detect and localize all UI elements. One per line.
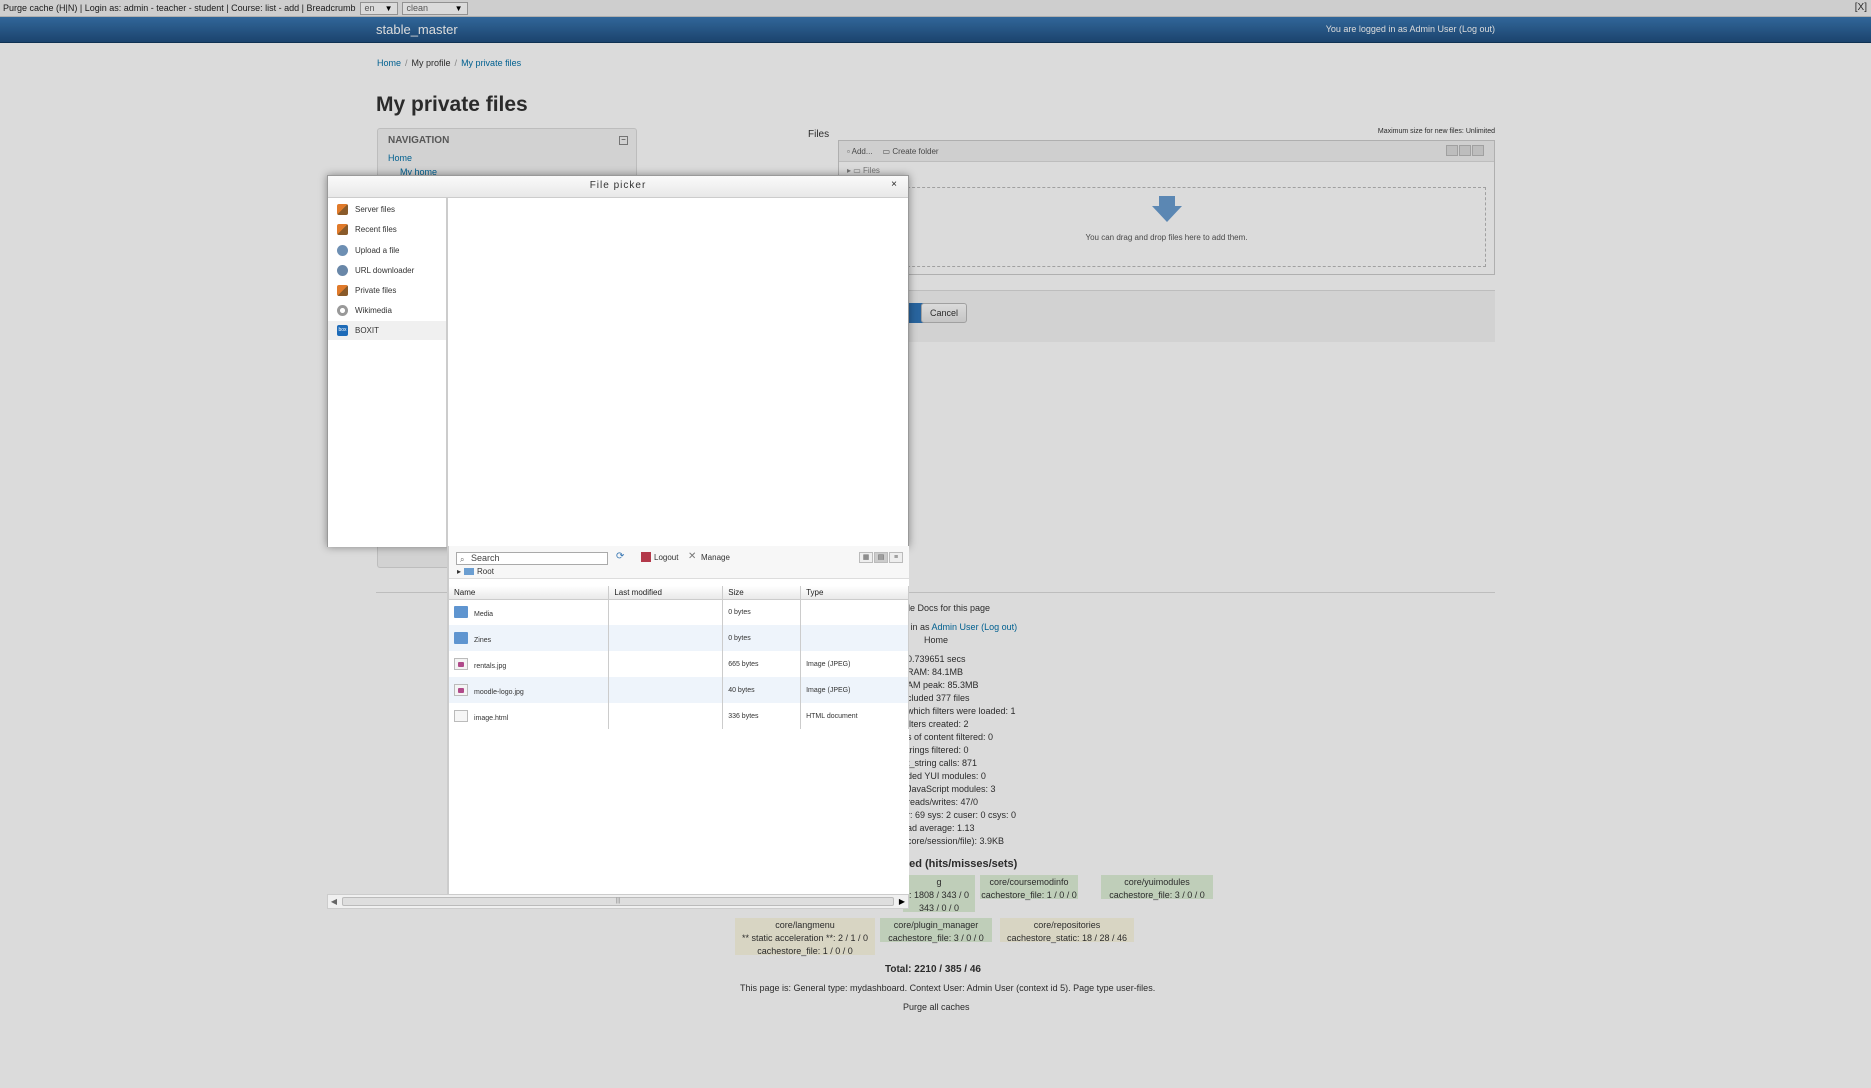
repository-list: Server files Recent files Upload a file …: [328, 198, 448, 547]
repo-url-downloader[interactable]: URL downloader: [328, 261, 446, 280]
horizontal-scrollbar[interactable]: ◀ ||| ▶: [327, 894, 909, 909]
repo-wikimedia[interactable]: Wikimedia: [328, 301, 446, 320]
file-picker-toolbar: ⌕ Search ⟳ Logout ✕ Manage ▦ ▤ ≡ ▸ Root: [449, 546, 909, 579]
upload-icon: [337, 245, 348, 256]
repo-boxit[interactable]: box BOXIT: [328, 321, 446, 340]
file-size-cell: 40 bytes: [722, 677, 802, 703]
table-row[interactable]: moodle-logo.jpg 40 bytes Image (JPEG): [449, 677, 909, 703]
column-name[interactable]: Name: [449, 586, 610, 600]
close-icon[interactable]: ×: [888, 179, 900, 191]
search-icon: ⌕: [460, 555, 465, 564]
file-size-cell: 665 bytes: [722, 651, 802, 677]
file-picker-content: ⌕ Search ⟳ Logout ✕ Manage ▦ ▤ ≡ ▸ Root Nam…: [447, 546, 909, 896]
repo-upload-file[interactable]: Upload a file: [328, 241, 446, 260]
file-modified-cell: [608, 703, 724, 729]
image-file-icon: [454, 658, 468, 670]
repo-recent-files[interactable]: Recent files: [328, 220, 446, 239]
file-name-cell: Zines: [449, 625, 610, 651]
modal-overlay: [0, 0, 1871, 1088]
table-row[interactable]: image.html 336 bytes HTML document: [449, 703, 909, 729]
document-icon: [454, 710, 468, 722]
file-table: Name Last modified Size Type Media 0 byte…: [449, 586, 909, 729]
expand-icon: ▸: [457, 567, 462, 576]
box-icon: box: [337, 325, 348, 336]
file-name-cell: moodle-logo.jpg: [449, 677, 610, 703]
wikimedia-icon: [337, 305, 348, 316]
file-picker-title: File picker: [328, 176, 908, 198]
file-type-cell: [800, 599, 909, 625]
file-name-cell: rentals.jpg: [449, 651, 610, 677]
file-modified-cell: [608, 625, 724, 651]
view-mode-buttons: ▦ ▤ ≡: [859, 552, 903, 563]
file-picker-dialog: File picker × Server files Recent files …: [327, 175, 909, 547]
file-type-cell: Image (JPEG): [800, 651, 909, 677]
file-size-cell: 336 bytes: [722, 703, 802, 729]
file-name-cell: image.html: [449, 703, 610, 729]
view-tree-button[interactable]: ≡: [889, 552, 903, 563]
server-icon: [337, 204, 348, 215]
view-list-button[interactable]: ▤: [874, 552, 888, 563]
private-icon: [337, 285, 348, 296]
file-size-cell: 0 bytes: [722, 599, 802, 625]
file-type-cell: Image (JPEG): [800, 677, 909, 703]
file-modified-cell: [608, 651, 724, 677]
view-icons-button[interactable]: ▦: [859, 552, 873, 563]
search-input[interactable]: ⌕ Search: [456, 552, 608, 565]
file-modified-cell: [608, 677, 724, 703]
manage-button[interactable]: ✕ Manage: [688, 552, 730, 562]
file-type-cell: [800, 625, 909, 651]
scroll-right-icon[interactable]: ▶: [896, 895, 908, 908]
wrench-icon: ✕: [688, 551, 697, 562]
repo-server-files[interactable]: Server files: [328, 200, 446, 219]
folder-icon: [464, 568, 475, 575]
scroll-thumb[interactable]: |||: [342, 897, 894, 906]
image-file-icon: [454, 684, 468, 696]
table-row[interactable]: Zines 0 bytes: [449, 625, 909, 651]
file-type-cell: HTML document: [800, 703, 909, 729]
refresh-icon: ⟳: [616, 551, 625, 562]
root-folder[interactable]: ▸ Root: [457, 567, 494, 576]
file-size-cell: 0 bytes: [722, 625, 802, 651]
folder-icon: [454, 606, 468, 619]
logout-button[interactable]: Logout: [641, 552, 678, 562]
column-last-modified[interactable]: Last modified: [608, 586, 724, 600]
scroll-left-icon[interactable]: ◀: [328, 895, 340, 908]
file-modified-cell: [608, 599, 724, 625]
logout-icon: [641, 552, 651, 562]
table-row[interactable]: rentals.jpg 665 bytes Image (JPEG): [449, 651, 909, 677]
table-row[interactable]: Media 0 bytes: [449, 599, 909, 625]
recent-icon: [337, 224, 348, 235]
folder-icon: [454, 632, 468, 644]
file-name-cell: Media: [449, 599, 610, 625]
url-icon: [337, 265, 348, 276]
column-size[interactable]: Size: [722, 586, 802, 600]
repo-private-files[interactable]: Private files: [328, 281, 446, 300]
refresh-button[interactable]: ⟳: [616, 552, 626, 562]
column-type[interactable]: Type: [800, 586, 909, 600]
